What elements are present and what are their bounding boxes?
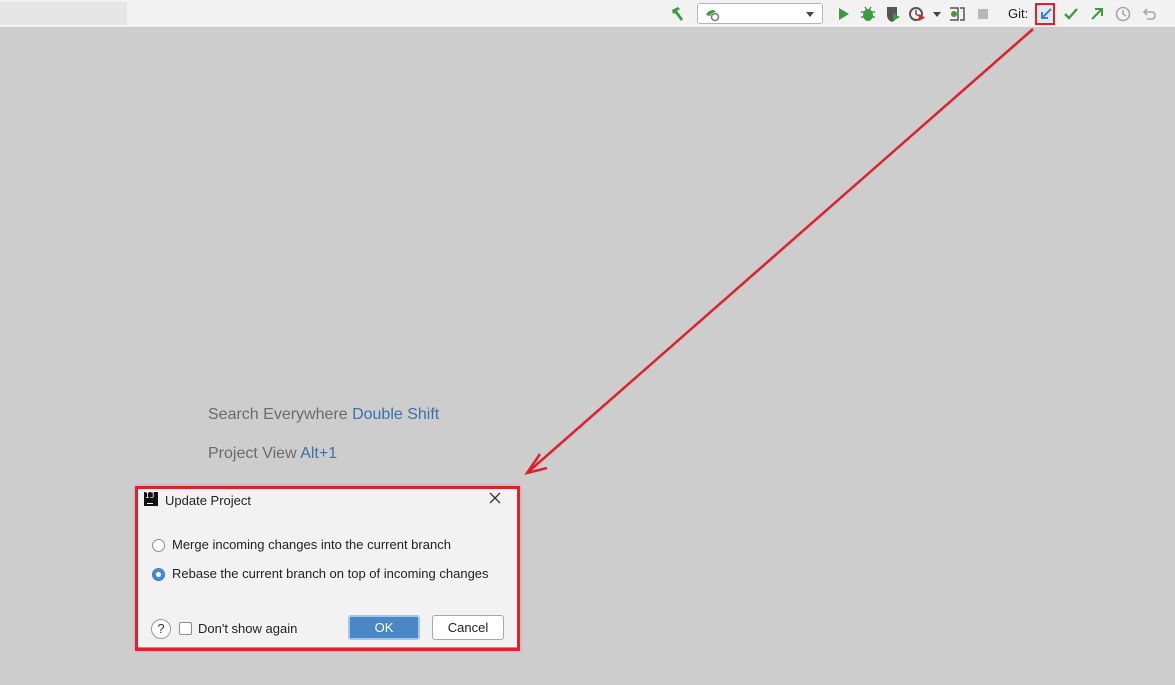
git-history-icon[interactable]: [1113, 4, 1133, 24]
project-view-shortcut: Alt+1: [300, 445, 338, 462]
close-button[interactable]: [486, 489, 504, 507]
run-config-icon: [704, 6, 720, 22]
dont-show-again-checkbox[interactable]: [179, 622, 192, 635]
git-label: Git:: [1008, 6, 1029, 21]
dont-show-again-label[interactable]: Don't show again: [198, 621, 297, 636]
dropdown-chevron-icon: [804, 7, 816, 19]
merge-option-label: Merge incoming changes into the current …: [172, 537, 451, 552]
search-everywhere-shortcut: Double Shift: [352, 406, 440, 423]
navigation-bar-field[interactable]: [0, 2, 127, 25]
search-everywhere-label: Search Everywhere: [208, 406, 348, 423]
run-configuration-select[interactable]: [697, 3, 823, 24]
search-everywhere-hint: Search Everywhere Double Shift: [208, 406, 439, 424]
attach-debugger-icon[interactable]: [947, 4, 967, 24]
profile-icon[interactable]: [907, 4, 927, 24]
git-rollback-icon[interactable]: [1139, 4, 1159, 24]
close-icon: [489, 492, 501, 504]
run-icon[interactable]: [833, 4, 853, 24]
rebase-option-label: Rebase the current branch on top of inco…: [172, 566, 489, 581]
git-update-project-button[interactable]: [1035, 3, 1055, 25]
help-button[interactable]: ?: [151, 619, 171, 639]
update-project-dialog: IJ Update Project Merge incoming changes…: [136, 486, 519, 648]
project-view-label: Project View: [208, 445, 297, 462]
cancel-button[interactable]: Cancel: [432, 615, 504, 640]
rebase-radio[interactable]: [152, 568, 165, 581]
main-toolbar: Git:: [0, 0, 1175, 28]
stop-icon[interactable]: [973, 4, 993, 24]
dialog-title: Update Project: [165, 493, 251, 508]
intellij-logo-icon: IJ: [144, 492, 158, 506]
merge-radio[interactable]: [152, 539, 165, 552]
ok-button[interactable]: OK: [348, 615, 420, 640]
more-run-chevron-icon[interactable]: [928, 4, 948, 24]
git-commit-icon[interactable]: [1061, 4, 1081, 24]
git-push-icon[interactable]: [1087, 4, 1107, 24]
git-update-icon: [1041, 8, 1052, 19]
debug-icon[interactable]: [858, 4, 878, 24]
build-hammer-icon[interactable]: [668, 4, 688, 24]
project-view-hint: Project View Alt+1: [208, 445, 337, 463]
coverage-icon[interactable]: [883, 4, 903, 24]
